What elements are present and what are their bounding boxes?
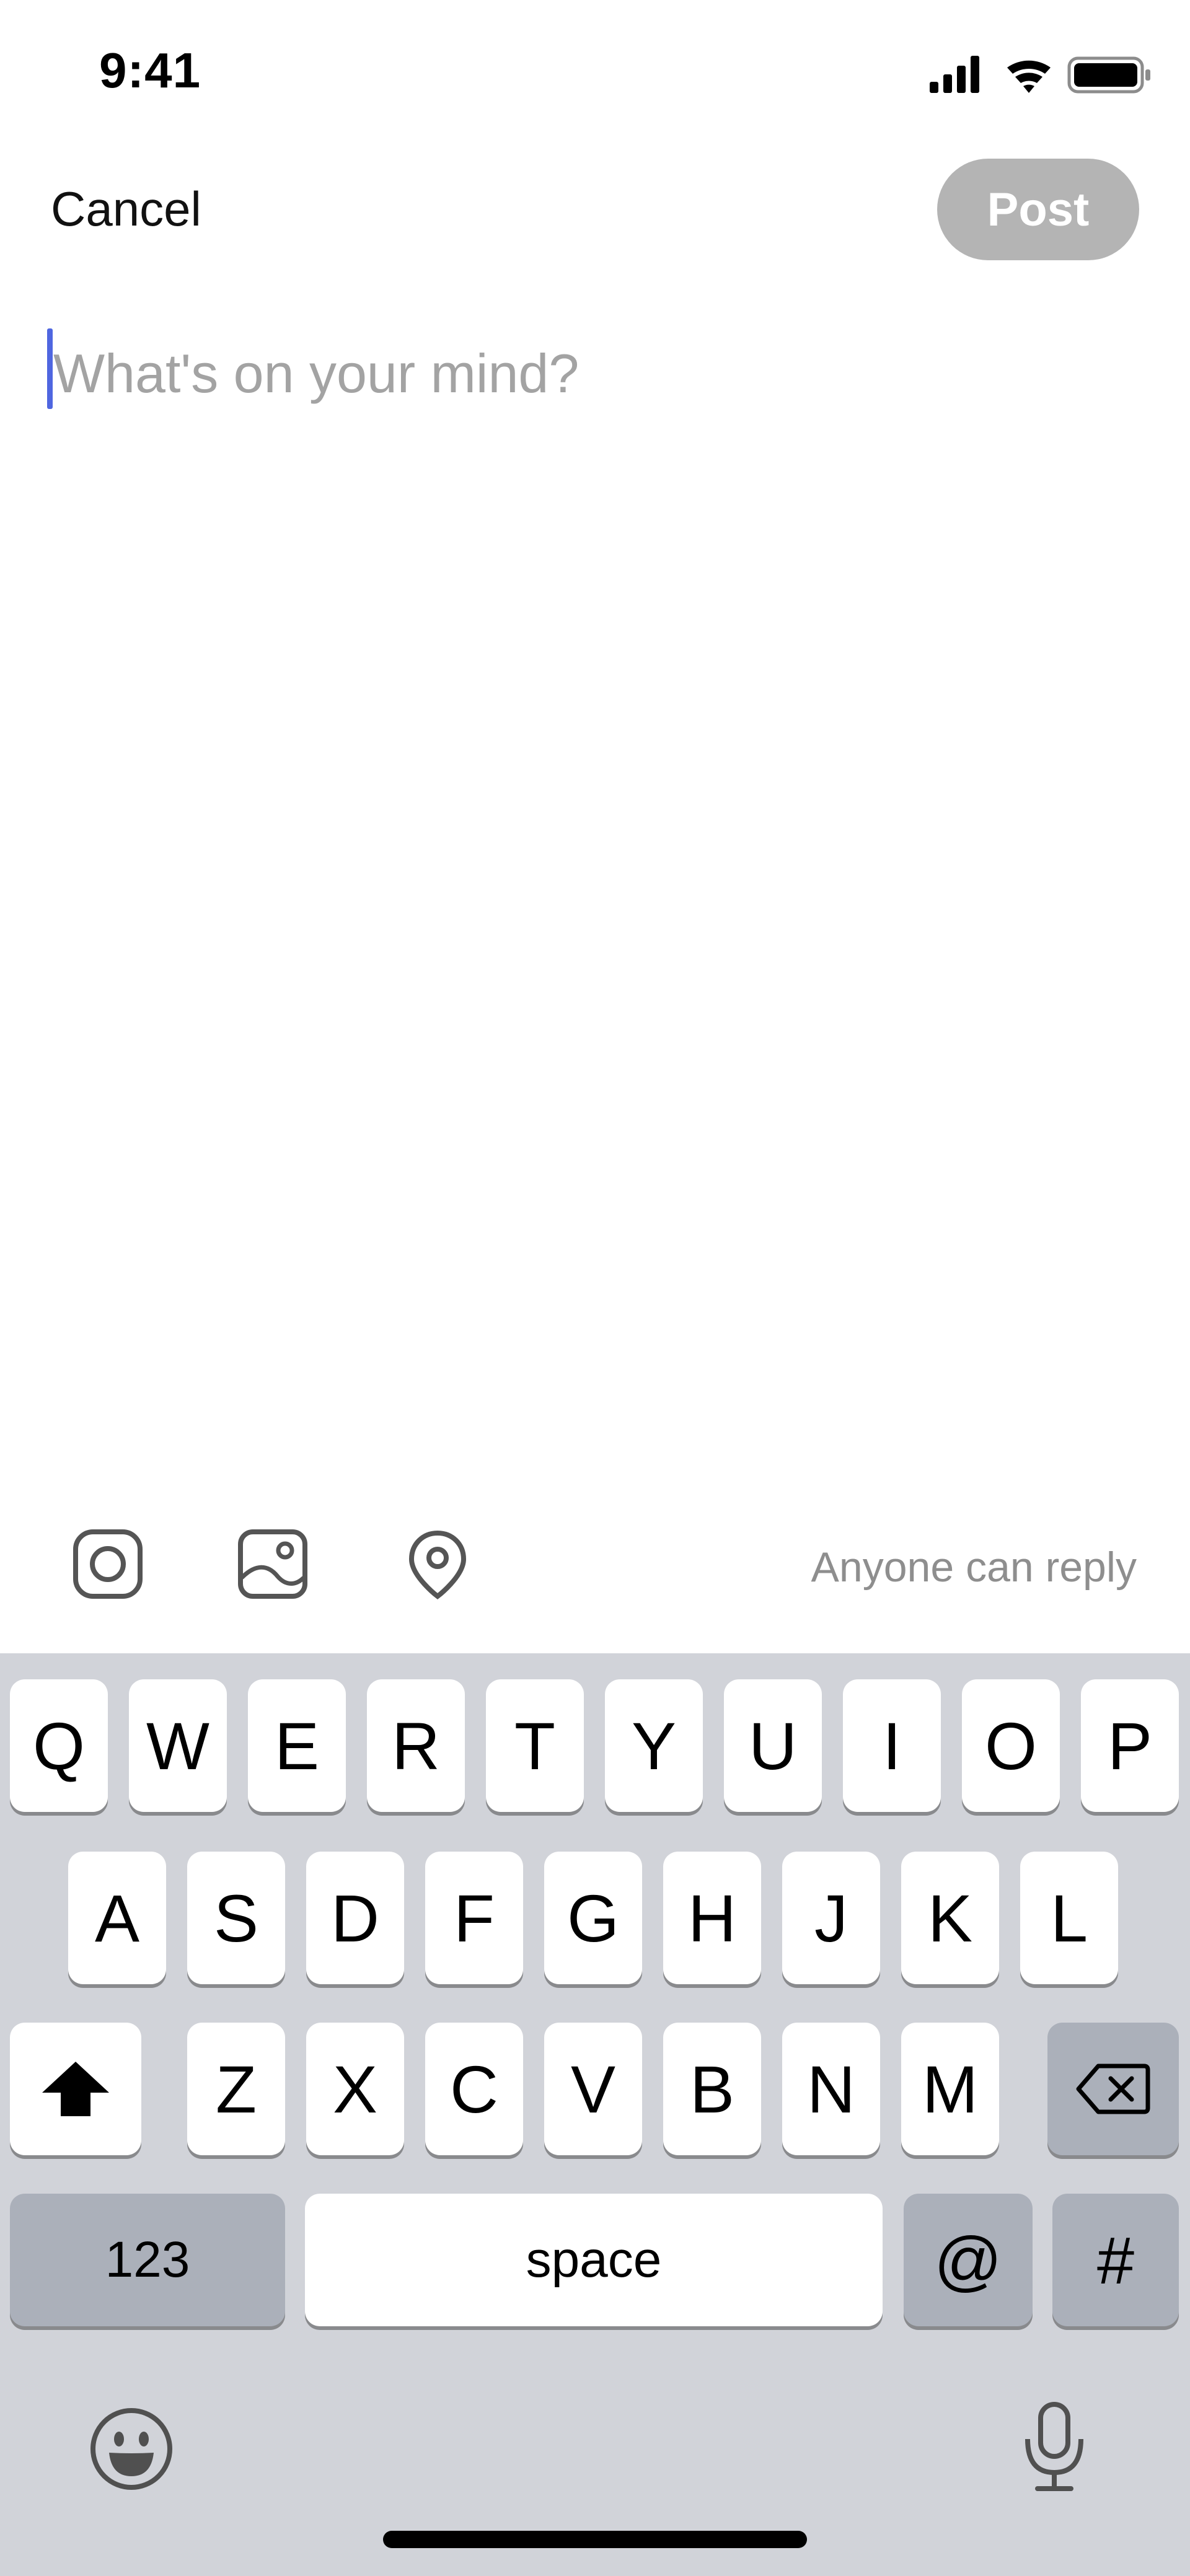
key-f[interactable]: F xyxy=(425,1852,523,1984)
status-time: 9:41 xyxy=(99,43,201,98)
key-m[interactable]: M xyxy=(901,2023,999,2155)
key-b[interactable]: B xyxy=(663,2023,761,2155)
key-w[interactable]: W xyxy=(129,1679,227,1812)
wifi-icon xyxy=(1007,60,1051,93)
at-key[interactable]: @ xyxy=(904,2194,1033,2326)
key-h[interactable]: H xyxy=(663,1852,761,1984)
image-icon[interactable] xyxy=(237,1528,309,1600)
cancel-button[interactable]: Cancel xyxy=(51,181,201,237)
home-indicator xyxy=(383,2531,807,2548)
battery-icon xyxy=(1067,56,1150,94)
key-r[interactable]: R xyxy=(367,1679,465,1812)
key-p[interactable]: P xyxy=(1081,1679,1179,1812)
key-c[interactable]: C xyxy=(425,2023,523,2155)
key-q[interactable]: Q xyxy=(10,1679,108,1812)
location-icon[interactable] xyxy=(402,1528,474,1600)
text-caret xyxy=(47,328,53,409)
hash-key[interactable]: # xyxy=(1052,2194,1179,2326)
key-t[interactable]: T xyxy=(486,1679,584,1812)
backspace-icon xyxy=(1076,2064,1150,2114)
key-y[interactable]: Y xyxy=(605,1679,703,1812)
space-bar[interactable]: space xyxy=(305,2194,883,2326)
key-j[interactable]: J xyxy=(782,1852,880,1984)
key-k[interactable]: K xyxy=(901,1852,999,1984)
key-e[interactable]: E xyxy=(248,1679,346,1812)
key-x[interactable]: X xyxy=(306,2023,404,2155)
delete-key[interactable] xyxy=(1047,2023,1179,2155)
cellular-signal-icon xyxy=(930,56,979,93)
post-composer-input[interactable] xyxy=(53,340,1132,408)
shift-key[interactable] xyxy=(10,2023,141,2155)
key-o[interactable]: O xyxy=(962,1679,1060,1812)
camera-icon[interactable] xyxy=(72,1528,144,1600)
microphone-icon[interactable] xyxy=(1020,2401,1088,2494)
key-a[interactable]: A xyxy=(68,1852,166,1984)
emoji-icon[interactable] xyxy=(89,2407,174,2491)
key-u[interactable]: U xyxy=(724,1679,822,1812)
key-i[interactable]: I xyxy=(843,1679,941,1812)
key-l[interactable]: L xyxy=(1020,1852,1118,1984)
status-icons xyxy=(930,56,1150,94)
reply-setting[interactable]: Anyone can reply xyxy=(811,1543,1137,1591)
key-d[interactable]: D xyxy=(306,1852,404,1984)
key-n[interactable]: N xyxy=(782,2023,880,2155)
key-v[interactable]: V xyxy=(544,2023,642,2155)
key-s[interactable]: S xyxy=(187,1852,285,1984)
keyboard: Q W E R T Y U I O P A S D F G H J K L Z … xyxy=(0,1653,1190,2576)
shift-arrow-icon xyxy=(42,2062,109,2116)
post-button[interactable]: Post xyxy=(937,159,1139,260)
numbers-key[interactable]: 123 xyxy=(10,2194,285,2326)
key-z[interactable]: Z xyxy=(187,2023,285,2155)
key-g[interactable]: G xyxy=(544,1852,642,1984)
